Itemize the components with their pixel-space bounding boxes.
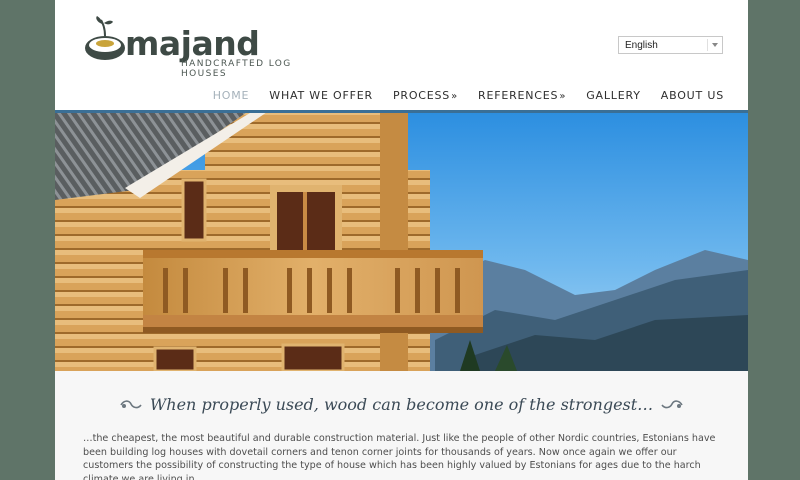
nav-item-label: HOME	[212, 89, 250, 102]
intro-section: When properly used, wood can become one …	[55, 371, 748, 480]
flourish-right-icon	[661, 399, 683, 408]
nav-item-about-us[interactable]: ABOUT US	[661, 89, 724, 102]
nav-item-process[interactable]: PROCESS»	[393, 89, 458, 102]
brand-name: majand	[125, 24, 260, 63]
submenu-arrow-icon: »	[559, 91, 567, 102]
nav-item-what-we-offer[interactable]: WHAT WE OFFER	[269, 89, 373, 102]
main-nav: HOME WHAT WE OFFER PROCESS» REFERENCES» …	[193, 89, 724, 102]
nav-item-references[interactable]: REFERENCES»	[478, 89, 566, 102]
site-header: majand HANDCRAFTED LOG HOUSES English HO…	[55, 0, 748, 110]
language-select[interactable]: English	[618, 36, 723, 54]
hero-accent-line	[55, 110, 748, 113]
submenu-arrow-icon: »	[451, 91, 458, 102]
nav-item-home[interactable]: HOME	[213, 89, 250, 102]
nav-item-label: WHAT WE OFFER	[269, 89, 373, 102]
nav-item-label: PROCESS	[392, 89, 451, 102]
headline-row: When properly used, wood can become one …	[55, 395, 748, 414]
hero-image	[55, 110, 748, 371]
chevron-down-icon	[712, 43, 718, 47]
headline: When properly used, wood can become one …	[149, 395, 654, 414]
nav-item-label: GALLERY	[586, 89, 641, 102]
page-container: majand HANDCRAFTED LOG HOUSES English HO…	[55, 0, 748, 480]
log-house-photo	[55, 110, 748, 371]
nav-item-gallery[interactable]: GALLERY	[586, 89, 641, 102]
language-select-value: English	[625, 40, 658, 51]
select-divider	[707, 39, 708, 51]
nav-item-label: REFERENCES	[478, 89, 559, 102]
intro-paragraph: …the cheapest, the most beautiful and du…	[83, 433, 716, 480]
nav-item-label: ABOUT US	[660, 89, 724, 102]
site-logo[interactable]: majand HANDCRAFTED LOG HOUSES	[83, 14, 323, 79]
flourish-left-icon	[120, 399, 142, 408]
brand-tagline: HANDCRAFTED LOG HOUSES	[181, 59, 292, 79]
